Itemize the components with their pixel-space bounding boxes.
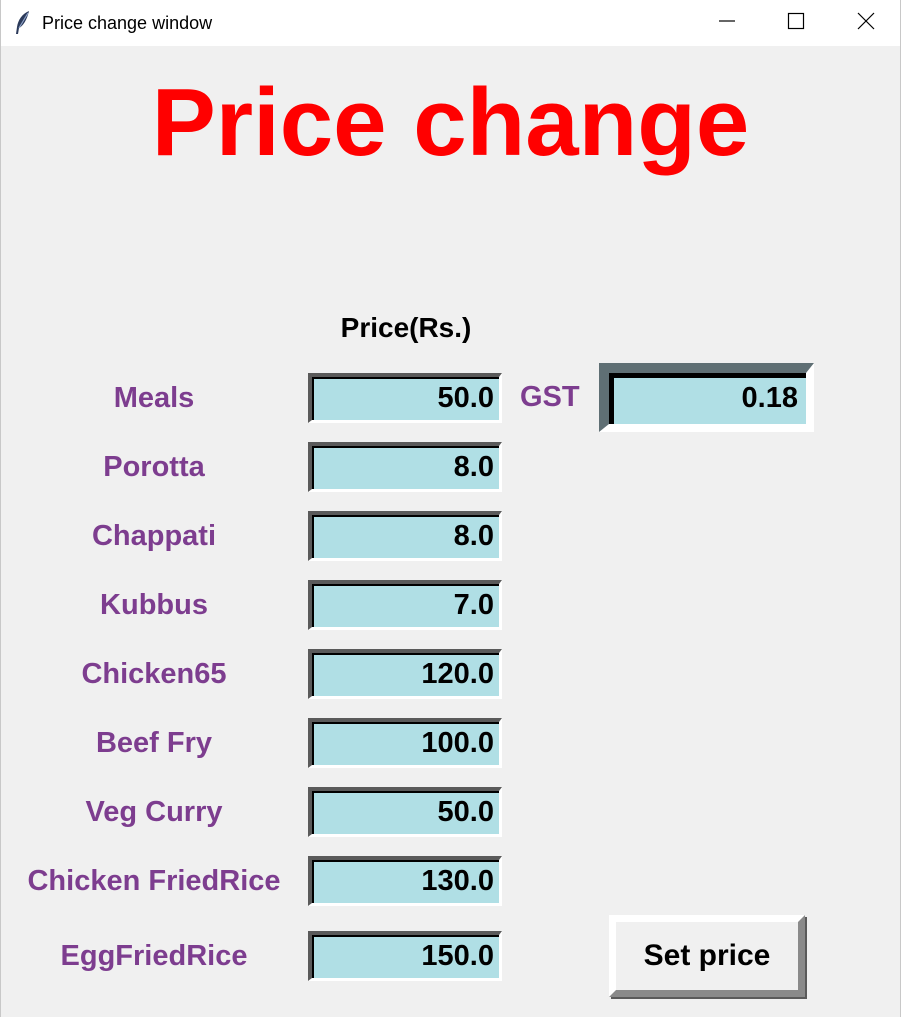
item-label-meals: Meals [113, 382, 195, 414]
gst-label: GST [520, 381, 580, 413]
feather-icon [13, 10, 33, 36]
item-label-veg-curry: Veg Curry [85, 796, 223, 828]
window-title: Price change window [42, 13, 213, 33]
item-label-beef-fry: Beef Fry [95, 727, 213, 759]
price-input-veg-curry[interactable]: 50.0 [308, 787, 502, 837]
gst-input[interactable]: 0.18 [599, 363, 814, 432]
price-input-kubbus[interactable]: 7.0 [308, 580, 502, 630]
price-input-chicken-friedrice[interactable]: 130.0 [308, 856, 502, 906]
item-label-kubbus: Kubbus [100, 589, 208, 621]
minimize-icon [718, 12, 736, 35]
price-input-meals[interactable]: 50.0 [308, 373, 502, 423]
item-label-porotta: Porotta [103, 451, 205, 483]
close-button[interactable] [843, 0, 889, 46]
item-label-eggfriedrice: EggFriedRice [60, 940, 248, 972]
set-price-button[interactable]: Set price [609, 915, 805, 997]
item-label-chicken65: Chicken65 [81, 658, 227, 690]
price-input-eggfriedrice[interactable]: 150.0 [308, 931, 502, 981]
price-change-window: Price change window Price change Price(R… [0, 0, 901, 1017]
price-input-chicken65[interactable]: 120.0 [308, 649, 502, 699]
maximize-button[interactable] [773, 0, 819, 46]
minimize-button[interactable] [704, 0, 750, 46]
title-bar[interactable]: Price change window [1, 0, 900, 46]
page-heading: Price change [151, 69, 750, 176]
price-column-header: Price(Rs.) [340, 312, 472, 343]
item-label-chappati: Chappati [91, 520, 217, 552]
price-input-chappati[interactable]: 8.0 [308, 511, 502, 561]
item-label-chicken-friedrice: Chicken FriedRice [27, 865, 281, 897]
maximize-icon [787, 12, 805, 35]
price-input-beef-fry[interactable]: 100.0 [308, 718, 502, 768]
price-input-porotta[interactable]: 8.0 [308, 442, 502, 492]
close-icon [857, 12, 875, 35]
